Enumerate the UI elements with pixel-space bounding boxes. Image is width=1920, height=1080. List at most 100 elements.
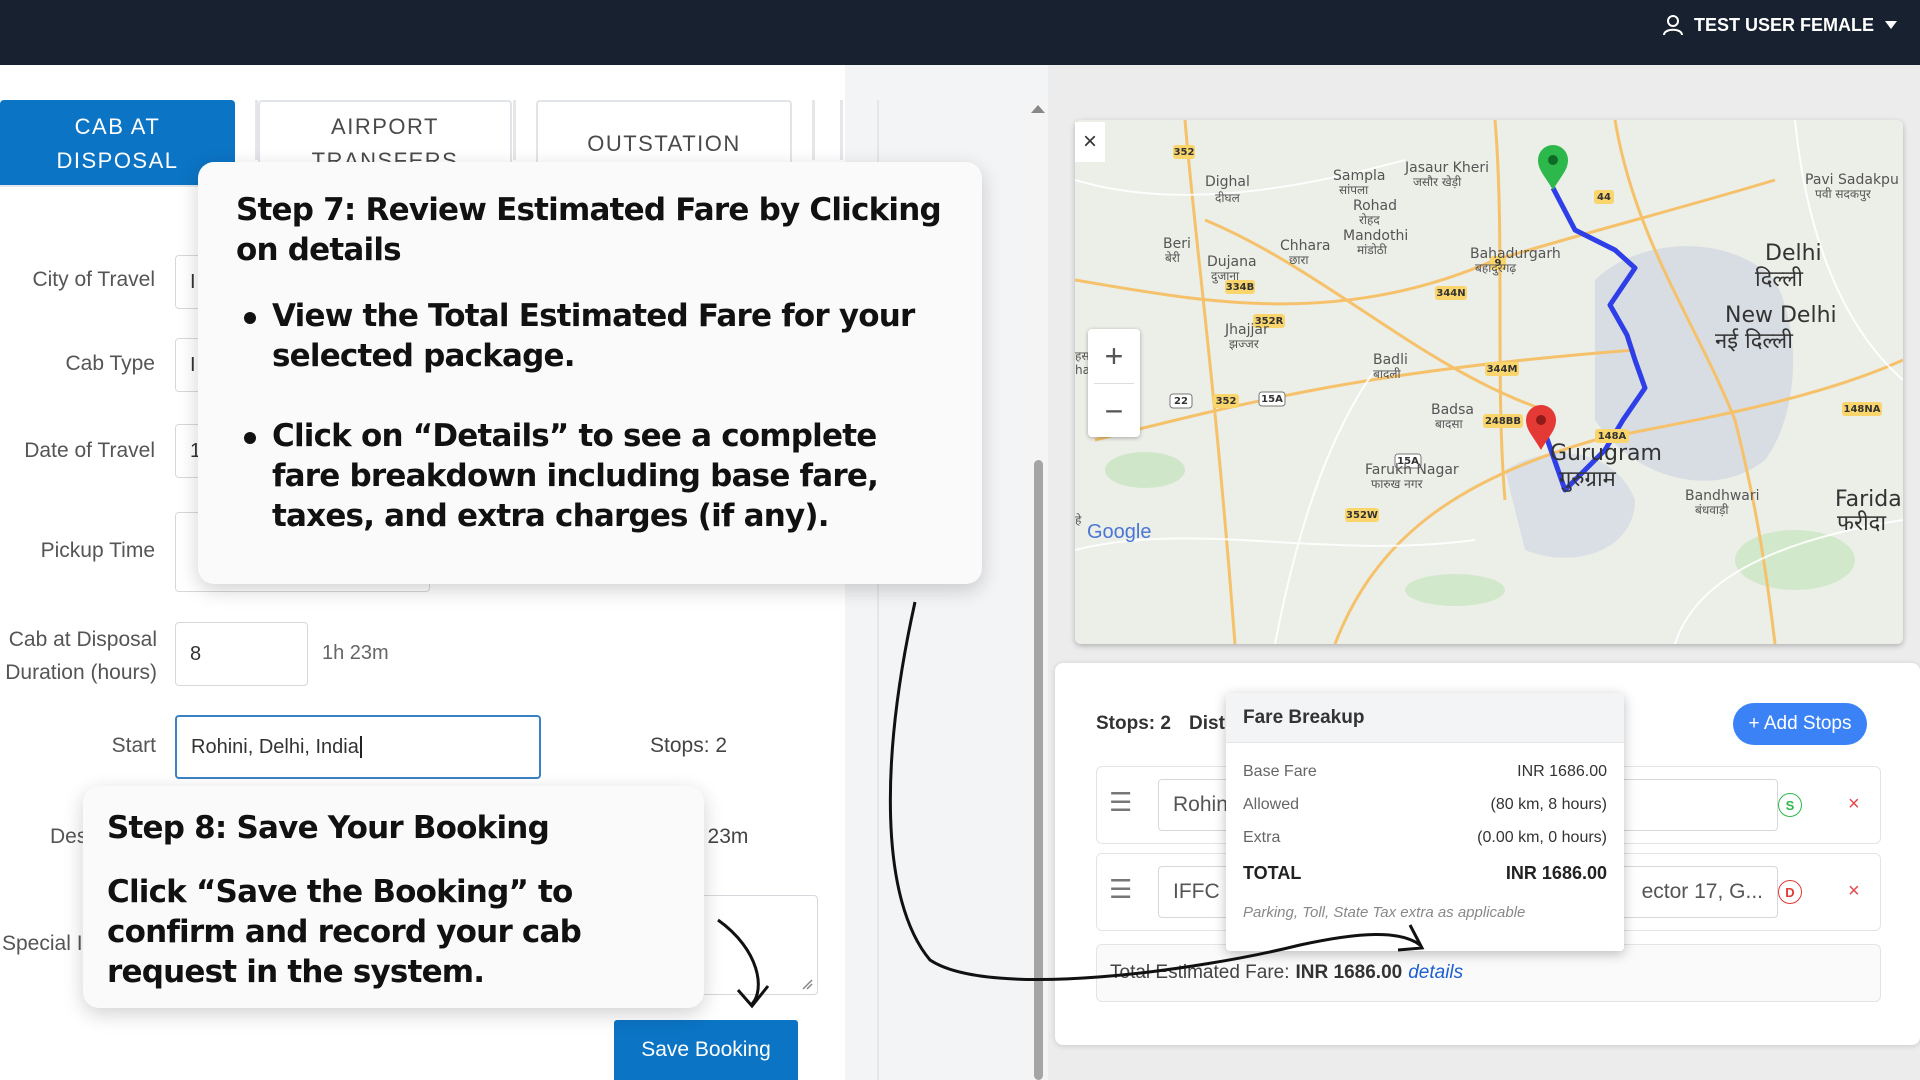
fare-total-label: TOTAL xyxy=(1243,863,1302,883)
drag-handle-icon[interactable]: ☰ xyxy=(1109,874,1132,905)
drag-handle-icon[interactable]: ☰ xyxy=(1109,787,1132,818)
callout-bullet: Click on “Details” to see a complete far… xyxy=(236,416,944,536)
remove-stop-icon[interactable]: × xyxy=(1848,793,1860,816)
scroll-up-arrow-icon[interactable] xyxy=(1031,105,1045,113)
fare-breakup-title: Fare Breakup xyxy=(1226,693,1624,743)
route-map[interactable]: 352 44 9 334B 344N 352R 344M 22 352 15A … xyxy=(1075,120,1903,644)
destination-label: Des xyxy=(50,825,88,848)
fare-total-row: TOTAL INR 1686.00 xyxy=(1243,863,1607,884)
svg-text:Beri: Beri xyxy=(1163,236,1191,252)
svg-text:बहादुरगढ़: बहादुरगढ़ xyxy=(1475,261,1516,276)
svg-text:बंधवाड़ी: बंधवाड़ी xyxy=(1695,503,1729,517)
svg-text:दीघल: दीघल xyxy=(1215,191,1241,205)
map-close-button[interactable]: × xyxy=(1075,122,1105,162)
svg-text:Pavi Sadakpu: Pavi Sadakpu xyxy=(1805,172,1899,188)
svg-text:छारा: छारा xyxy=(1289,253,1309,267)
start-location-input[interactable]: Rohini, Delhi, India xyxy=(175,715,541,779)
map-canvas[interactable]: 352 44 9 334B 344N 352R 344M 22 352 15A … xyxy=(1075,120,1903,644)
top-nav-bar: TEST USER FEMALE xyxy=(0,0,1920,65)
svg-text:Mandothi: Mandothi xyxy=(1343,228,1408,244)
duration-label: Cab at Disposal Duration (hours) xyxy=(5,623,157,689)
svg-text:Delhi: Delhi xyxy=(1765,241,1822,266)
fare-row-label: Base Fare xyxy=(1243,763,1317,780)
svg-text:गुरुग्राम: गुरुग्राम xyxy=(1559,467,1617,492)
svg-text:सांपला: सांपला xyxy=(1339,183,1369,197)
svg-text:फारुख नगर: फारुख नगर xyxy=(1371,477,1424,491)
svg-text:352: 352 xyxy=(1216,396,1237,407)
svg-text:नई दिल्ली: नई दिल्ली xyxy=(1715,328,1793,354)
scrollbar-thumb[interactable] xyxy=(1034,460,1043,1080)
svg-text:148NA: 148NA xyxy=(1844,404,1881,415)
svg-text:दिल्ली: दिल्ली xyxy=(1755,266,1803,292)
user-icon xyxy=(1662,15,1683,36)
distance-label: Dist xyxy=(1189,713,1225,734)
fare-row-value: INR 1686.00 xyxy=(1517,763,1607,780)
fare-breakup-popover: Fare Breakup Base Fare INR 1686.00 Allowe… xyxy=(1226,693,1624,951)
svg-text:334B: 334B xyxy=(1226,282,1255,293)
svg-text:Chhara: Chhara xyxy=(1280,238,1330,254)
map-zoom-controls: + − xyxy=(1088,329,1140,437)
stop-input-value-tail: ector 17, G... xyxy=(1641,880,1763,903)
fare-note: Parking, Toll, State Tax extra as applic… xyxy=(1243,904,1526,921)
svg-text:Bahadurgarh: Bahadurgarh xyxy=(1470,246,1561,262)
stop-input-value: IFFC xyxy=(1173,880,1220,903)
svg-text:बादली: बादली xyxy=(1373,367,1401,381)
park-area xyxy=(1405,574,1505,606)
svg-text:Sampla: Sampla xyxy=(1333,168,1385,184)
stops-count-label: Stops: 2 xyxy=(1096,713,1171,734)
fare-total-value: INR 1686.00 xyxy=(1505,863,1607,883)
google-logo: Google xyxy=(1087,521,1152,543)
fare-details-link[interactable]: details xyxy=(1408,962,1463,984)
svg-text:352: 352 xyxy=(1174,147,1195,158)
svg-text:Gurugram: Gurugram xyxy=(1550,441,1662,466)
user-menu[interactable]: TEST USER FEMALE xyxy=(1662,14,1898,36)
destination-badge-icon: D xyxy=(1778,880,1802,904)
callout-title: Step 7: Review Estimated Fare by Clickin… xyxy=(236,192,942,268)
add-stops-button[interactable]: + Add Stops xyxy=(1733,703,1867,745)
svg-text:344M: 344M xyxy=(1487,364,1518,375)
callout-title: Step 8: Save Your Booking xyxy=(107,810,550,846)
duration-label-line1: Cab at Disposal xyxy=(8,628,157,651)
svg-text:344N: 344N xyxy=(1436,288,1465,299)
svg-text:Dujana: Dujana xyxy=(1207,254,1257,270)
tutorial-callout-step7: Step 7: Review Estimated Fare by Clickin… xyxy=(198,162,982,584)
svg-text:15A: 15A xyxy=(1261,394,1283,405)
text-cursor xyxy=(359,736,362,758)
callout-bullet: View the Total Estimated Fare for your s… xyxy=(236,296,944,376)
svg-text:Badsa: Badsa xyxy=(1431,402,1474,418)
svg-text:झज्जर: झज्जर xyxy=(1229,337,1260,351)
stops-count: Stops: 2 xyxy=(650,734,728,757)
fare-row: Extra (0.00 km, 0 hours) xyxy=(1243,829,1607,847)
park-area xyxy=(1735,530,1855,590)
start-label: Start xyxy=(111,734,156,757)
resize-handle-icon[interactable] xyxy=(801,978,813,990)
start-badge-icon: S xyxy=(1778,793,1802,817)
zoom-out-button[interactable]: − xyxy=(1088,384,1140,438)
date-label: Date of Travel xyxy=(24,439,155,462)
park-area xyxy=(1105,452,1185,488)
svg-text:Bandhwari: Bandhwari xyxy=(1685,488,1760,504)
svg-text:फरीदा: फरीदा xyxy=(1837,510,1886,536)
zoom-in-button[interactable]: + xyxy=(1088,329,1140,383)
fare-row-value: (80 km, 8 hours) xyxy=(1490,796,1607,813)
special-request-label: Special I xyxy=(2,932,83,955)
start-location-value: Rohini, Delhi, India xyxy=(191,735,359,758)
svg-text:Rohad: Rohad xyxy=(1353,198,1397,214)
svg-text:248BB: 248BB xyxy=(1485,416,1521,427)
duration-hours-input[interactable]: 8 xyxy=(175,622,308,686)
svg-text:New Delhi: New Delhi xyxy=(1725,303,1837,328)
svg-text:हे: हे xyxy=(1075,513,1082,527)
tutorial-callout-step8: Step 8: Save Your Booking Click “Save th… xyxy=(83,786,704,1008)
total-estimated-fare: Total Estimated Fare: INR 1686.00 detail… xyxy=(1096,944,1881,1002)
svg-text:पवी सदकपुर: पवी सदकपुर xyxy=(1815,187,1872,202)
duration-label-line2: Duration (hours) xyxy=(5,661,157,684)
save-booking-button[interactable]: Save Booking xyxy=(614,1020,798,1080)
fare-row-label: Extra xyxy=(1243,829,1281,846)
tab-divider xyxy=(513,100,516,160)
svg-text:Jasaur Kheri: Jasaur Kheri xyxy=(1404,160,1489,176)
svg-text:जसौर खेड़ी: जसौर खेड़ी xyxy=(1413,175,1462,189)
fare-row: Allowed (80 km, 8 hours) xyxy=(1243,796,1607,814)
remove-stop-icon[interactable]: × xyxy=(1848,880,1860,903)
user-name: TEST USER FEMALE xyxy=(1693,14,1874,35)
svg-text:Farukh Nagar: Farukh Nagar xyxy=(1365,462,1459,478)
